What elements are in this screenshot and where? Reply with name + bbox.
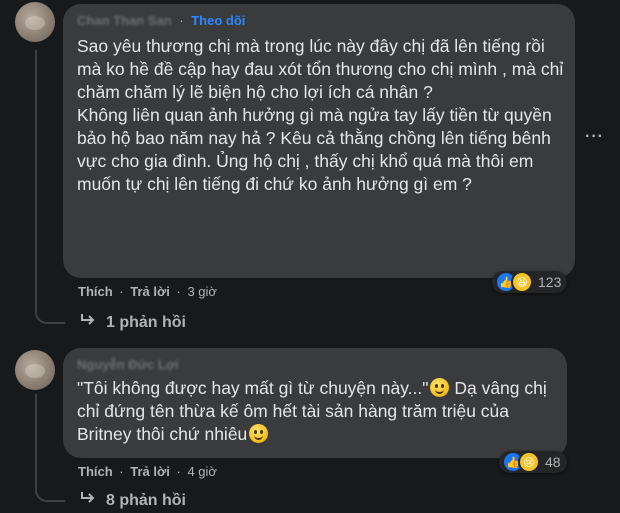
follow-button[interactable]: Theo dõi <box>191 13 245 28</box>
like-button[interactable]: Thích <box>78 284 113 299</box>
view-replies-link[interactable]: 1 phản hồi <box>80 313 186 332</box>
thread-line <box>35 50 37 308</box>
reaction-summary[interactable]: 👍 😆 123 <box>492 271 568 293</box>
comment-actions: Thích · Trả lời · 4 giờ <box>78 464 217 479</box>
grin-emoji-icon <box>249 424 269 443</box>
thread-line <box>35 394 37 480</box>
more-options-button[interactable]: ··· <box>585 128 604 146</box>
avatar[interactable] <box>15 2 55 42</box>
comment-bubble: Nguyễn Đức Lợi "Tôi không được hay mất g… <box>63 348 567 458</box>
like-button[interactable]: Thích <box>78 464 113 479</box>
reaction-summary[interactable]: 👍 😢 48 <box>499 451 567 473</box>
comment-bubble: Chan Than San · Theo dõi Sao yêu thương … <box>63 4 575 278</box>
thread-elbow <box>35 474 65 502</box>
replies-count-label: 1 phản hồi <box>106 313 186 331</box>
reply-arrow-icon <box>80 313 96 332</box>
comment-text: "Tôi không được hay mất gì từ chuyện này… <box>77 377 557 446</box>
comment-header: Nguyễn Đức Lợi <box>77 357 179 372</box>
thread-elbow <box>35 296 65 324</box>
grin-emoji-icon <box>430 378 450 397</box>
comment-text: Sao yêu thương chị mà trong lúc này đây … <box>77 35 567 196</box>
author-name[interactable]: Chan Than San <box>77 13 172 28</box>
author-name[interactable]: Nguyễn Đức Lợi <box>77 357 179 372</box>
separator: · <box>179 13 184 28</box>
timestamp[interactable]: 4 giờ <box>187 464 217 479</box>
timestamp[interactable]: 3 giờ <box>187 284 217 299</box>
separator: · <box>176 464 181 479</box>
separator: · <box>119 464 124 479</box>
view-replies-link[interactable]: 8 phản hồi <box>80 491 186 510</box>
reaction-count: 48 <box>545 454 561 470</box>
comment-paragraph: Không liên quan ảnh hưởng gì mà ngửa tay… <box>77 105 552 194</box>
replies-count-label: 8 phản hồi <box>106 491 186 509</box>
reaction-count: 123 <box>538 274 562 290</box>
haha-icon: 😆 <box>511 271 533 293</box>
avatar[interactable] <box>15 350 55 390</box>
reply-button[interactable]: Trả lời <box>130 284 170 299</box>
comment-actions: Thích · Trả lời · 3 giờ <box>78 284 217 299</box>
comment-quote: "Tôi không được hay mất gì từ chuyện này… <box>77 378 429 398</box>
reply-arrow-icon <box>80 491 96 510</box>
comment-paragraph: "Tôi không được hay mất gì từ chuyện này… <box>77 377 557 446</box>
comment-header: Chan Than San · Theo dõi <box>77 13 245 28</box>
separator: · <box>176 284 181 299</box>
comment-paragraph: Sao yêu thương chị mà trong lúc này đây … <box>77 36 564 102</box>
separator: · <box>119 284 124 299</box>
reply-button[interactable]: Trả lời <box>130 464 170 479</box>
sad-icon: 😢 <box>518 451 540 473</box>
